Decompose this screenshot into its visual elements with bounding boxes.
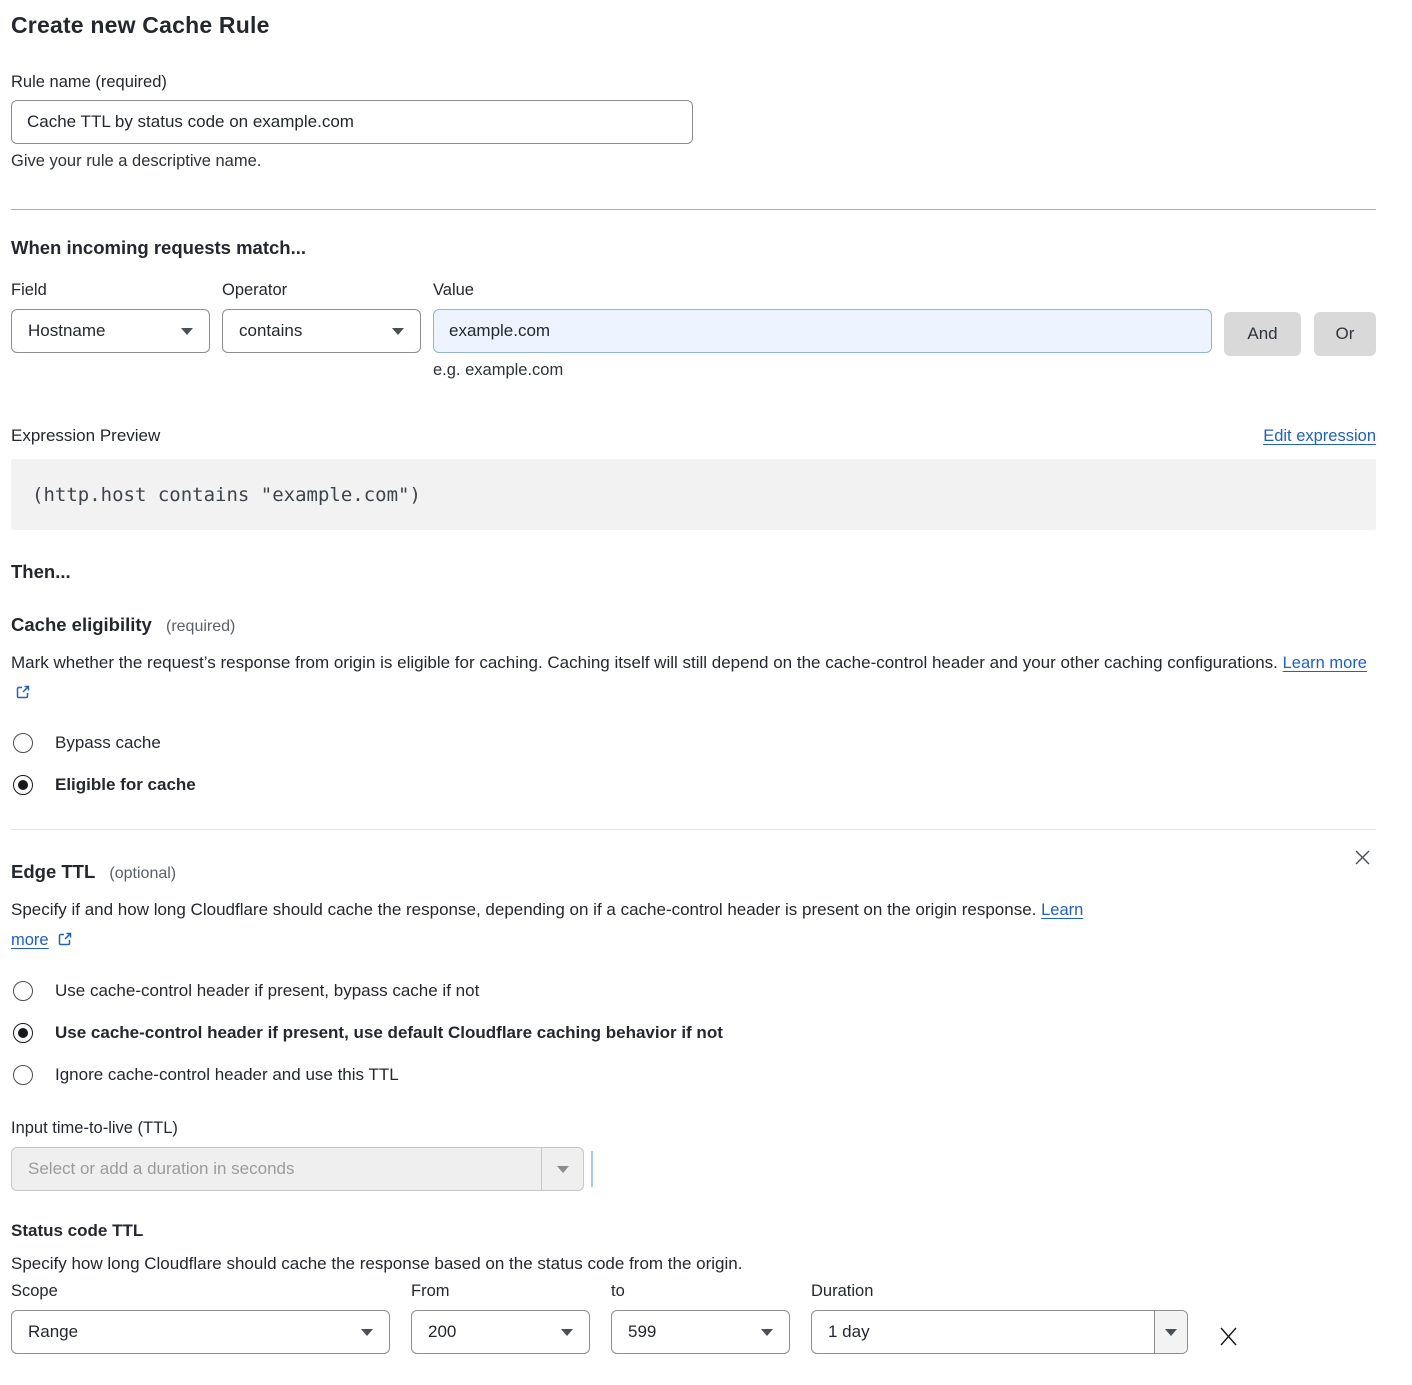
chevron-down-icon [361, 1329, 373, 1336]
cache-eligibility-heading: Cache eligibility (required) [11, 614, 1376, 636]
value-help: e.g. example.com [433, 361, 1212, 380]
radio-label: Eligible for cache [55, 775, 196, 795]
value-label: Value [433, 281, 1212, 300]
cache-eligibility-learn-more-link[interactable]: Learn more [1283, 654, 1367, 672]
chevron-down-icon [761, 1329, 773, 1336]
status-code-ttl-heading: Status code TTL [11, 1221, 1376, 1241]
ttl-input-row: Select or add a duration in seconds [11, 1147, 1376, 1191]
rule-name-help: Give your rule a descriptive name. [11, 152, 1376, 171]
close-edge-ttl-button[interactable] [1349, 844, 1376, 874]
radio-label: Use cache-control header if present, byp… [55, 981, 479, 1001]
and-button[interactable]: And [1224, 312, 1301, 356]
scope-column: Scope Range [11, 1282, 390, 1354]
create-cache-rule-form: Create new Cache Rule Rule name (require… [0, 0, 1412, 1385]
rule-name-label: Rule name (required) [11, 73, 1376, 92]
edge-ttl-header: Edge TTL (optional) [11, 830, 1376, 883]
scope-label: Scope [11, 1282, 390, 1301]
chevron-down-icon [1165, 1329, 1177, 1336]
radio-label: Bypass cache [55, 733, 161, 753]
status-code-ttl-row: Scope Range From 200 to 599 Duration 1 d… [11, 1282, 1376, 1355]
from-select-value: 200 [428, 1322, 456, 1342]
expression-preview-box: (http.host contains "example.com") [11, 459, 1376, 530]
field-label: Field [11, 281, 210, 300]
duration-label: Duration [811, 1282, 1188, 1301]
operator-label: Operator [222, 281, 421, 300]
scope-select-value: Range [28, 1322, 78, 1342]
external-link-icon [15, 684, 31, 700]
from-select[interactable]: 200 [411, 1310, 590, 1354]
chevron-down-icon [392, 328, 404, 335]
chevron-down-icon [557, 1166, 569, 1173]
edit-expression-link[interactable]: Edit expression [1263, 427, 1376, 446]
radio-selected-icon [13, 1023, 33, 1043]
section-divider [11, 209, 1376, 210]
radio-eligible-for-cache[interactable]: Eligible for cache [11, 775, 1376, 795]
cache-eligibility-description: Mark whether the request’s response from… [11, 648, 1376, 707]
edge-ttl-options: Use cache-control header if present, byp… [11, 981, 1376, 1085]
from-label: From [411, 1282, 590, 1301]
operator-select-value: contains [239, 321, 302, 341]
expression-preview-label: Expression Preview [11, 426, 160, 446]
radio-icon [13, 733, 33, 753]
chevron-down-icon [561, 1329, 573, 1336]
radio-icon [13, 981, 33, 1001]
cache-eligibility-description-text: Mark whether the request’s response from… [11, 653, 1278, 672]
status-code-ttl-description: Specify how long Cloudflare should cache… [11, 1254, 1376, 1274]
edge-ttl-description: Specify if and how long Cloudflare shoul… [11, 895, 1111, 955]
field-select-value: Hostname [28, 321, 105, 341]
optional-tag: (optional) [109, 865, 176, 882]
to-select[interactable]: 599 [611, 1310, 790, 1354]
field-select[interactable]: Hostname [11, 309, 210, 353]
page-title: Create new Cache Rule [11, 12, 1376, 39]
then-heading: Then... [11, 561, 1376, 583]
radio-selected-icon [13, 775, 33, 795]
to-label: to [611, 1282, 790, 1301]
value-input[interactable] [433, 309, 1212, 353]
field-column: Field Hostname [11, 281, 210, 353]
cache-eligibility-title: Cache eligibility [11, 614, 152, 635]
match-row: Field Hostname Operator contains Value e… [11, 281, 1376, 380]
radio-label: Use cache-control header if present, use… [55, 1023, 723, 1043]
duration-select-value: 1 day [812, 1322, 1154, 1342]
radio-use-header-bypass[interactable]: Use cache-control header if present, byp… [11, 981, 1376, 1001]
edge-ttl-description-text: Specify if and how long Cloudflare shoul… [11, 900, 1036, 919]
radio-use-header-default[interactable]: Use cache-control header if present, use… [11, 1023, 1376, 1043]
radio-icon [13, 1065, 33, 1085]
to-column: to 599 [611, 1282, 790, 1354]
to-select-value: 599 [628, 1322, 656, 1342]
edge-ttl-title: Edge TTL [11, 861, 95, 882]
operator-column: Operator contains [222, 281, 421, 353]
ttl-input-label: Input time-to-live (TTL) [11, 1119, 1376, 1138]
match-heading: When incoming requests match... [11, 237, 1376, 259]
from-column: From 200 [411, 1282, 590, 1354]
scope-select[interactable]: Range [11, 1310, 390, 1354]
ttl-duration-placeholder: Select or add a duration in seconds [12, 1159, 541, 1179]
radio-label: Ignore cache-control header and use this… [55, 1065, 399, 1085]
ttl-duration-select: Select or add a duration in seconds [11, 1147, 584, 1191]
required-tag: (required) [166, 618, 235, 635]
duration-dropdown-arrow-button[interactable] [1154, 1311, 1187, 1353]
operator-select[interactable]: contains [222, 309, 421, 353]
delete-x-icon [1217, 1325, 1240, 1348]
value-column: Value e.g. example.com [433, 281, 1212, 380]
close-icon [1353, 848, 1372, 867]
cache-eligibility-options: Bypass cache Eligible for cache [11, 733, 1376, 795]
radio-ignore-header-use-ttl[interactable]: Ignore cache-control header and use this… [11, 1065, 1376, 1085]
or-button[interactable]: Or [1314, 312, 1376, 356]
expression-header: Expression Preview Edit expression [11, 426, 1376, 446]
delete-status-ttl-row-button[interactable] [1213, 1321, 1244, 1355]
edge-ttl-heading: Edge TTL (optional) [11, 861, 176, 883]
ttl-dropdown-arrow-button [541, 1148, 583, 1190]
caret-indicator [591, 1151, 593, 1187]
duration-select[interactable]: 1 day [811, 1310, 1188, 1354]
radio-bypass-cache[interactable]: Bypass cache [11, 733, 1376, 753]
chevron-down-icon [181, 328, 193, 335]
expression-code: (http.host contains "example.com") [32, 484, 421, 506]
external-link-icon [57, 931, 73, 947]
rule-name-input[interactable] [11, 100, 693, 144]
duration-column: Duration 1 day [811, 1282, 1188, 1354]
